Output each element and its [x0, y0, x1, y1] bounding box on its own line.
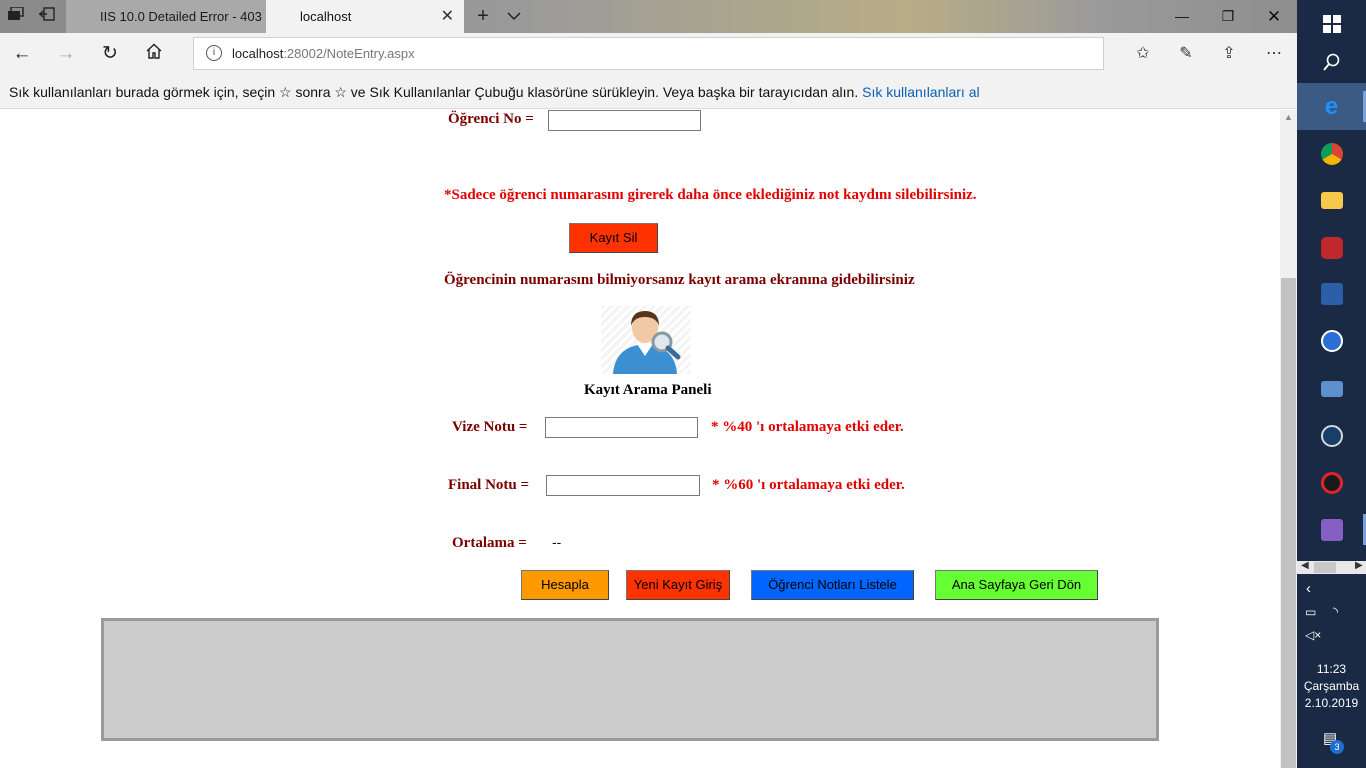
remote-desktop-icon[interactable]: [1297, 270, 1366, 317]
taskbar-scroll-left-icon[interactable]: ◀: [1301, 560, 1309, 571]
list-grades-button-label: Öğrenci Notları Listele: [768, 577, 897, 592]
list-grades-button[interactable]: Öğrenci Notları Listele: [751, 570, 914, 600]
scroll-up-icon[interactable]: ▲: [1280, 110, 1297, 124]
url-path: :28002/NoteEntry.aspx: [283, 46, 415, 61]
final-weight-note: * %60 'ı ortalamaya etki eder.: [712, 477, 905, 493]
calculate-button-label: Hesapla: [541, 577, 589, 592]
media-player-icon[interactable]: [1297, 224, 1366, 271]
scrollbar-thumb[interactable]: [1281, 278, 1296, 768]
refresh-icon[interactable]: ↻: [97, 42, 123, 66]
steam-icon[interactable]: [1297, 412, 1366, 459]
close-tab-icon[interactable]: ✕: [441, 0, 454, 33]
new-entry-button-label: Yeni Kayıt Giriş: [633, 577, 723, 592]
favorites-bar-message: Sık kullanılanları burada görmek için, s…: [9, 84, 859, 100]
url-host: localhost: [232, 46, 284, 61]
clock-time: 11:23: [1316, 662, 1347, 676]
tab-title: IIS 10.0 Detailed Error - 403: [100, 9, 262, 24]
red-app-icon[interactable]: [1297, 459, 1366, 506]
site-info-icon[interactable]: i: [206, 45, 222, 61]
import-favorites-link[interactable]: Sık kullanılanları al: [862, 84, 980, 100]
show-hidden-icons-icon[interactable]: ‹: [1306, 580, 1311, 597]
browser-tab-bar: IIS 10.0 Detailed Error - 403 localhost …: [0, 0, 1297, 33]
back-arrow-icon[interactable]: ←: [9, 42, 35, 66]
midterm-weight-note: * %40 'ı ortalamaya etki eder.: [711, 419, 904, 435]
taskbar-scroll-right-icon[interactable]: ▶: [1355, 560, 1363, 571]
person-search-icon: [613, 311, 681, 374]
favorites-star-icon[interactable]: ✩: [1129, 42, 1157, 66]
set-tabs-aside-icon[interactable]: [36, 6, 58, 26]
restore-icon[interactable]: ❐: [1205, 0, 1251, 33]
student-no-input[interactable]: [548, 110, 701, 131]
edge-browser-icon[interactable]: e: [1297, 83, 1366, 130]
more-options-icon[interactable]: ⋯: [1260, 42, 1288, 66]
new-tab-icon[interactable]: +: [472, 6, 494, 26]
chevron-down-icon[interactable]: [503, 6, 525, 26]
search-icon[interactable]: [1297, 38, 1366, 85]
back-home-button[interactable]: Ana Sayfaya Geri Dön: [935, 570, 1098, 600]
tab-manager-icon[interactable]: [5, 6, 27, 26]
page-content: Öğrenci No = *Sadece öğrenci numarasını …: [0, 110, 1280, 768]
midterm-input[interactable]: [545, 417, 698, 438]
taskbar-scroll-thumb[interactable]: [1314, 562, 1336, 573]
address-field[interactable]: i localhost:28002/NoteEntry.aspx: [193, 37, 1104, 70]
search-panel-label[interactable]: Kayıt Arama Paneli: [584, 382, 712, 399]
app-window-icon[interactable]: [1297, 365, 1366, 412]
close-window-icon[interactable]: ✕: [1251, 0, 1297, 33]
wifi-icon[interactable]: ◝: [1333, 604, 1338, 620]
clock-day: Çarşamba: [1303, 679, 1360, 693]
tab-iis-error[interactable]: IIS 10.0 Detailed Error - 403: [66, 0, 266, 33]
volume-muted-icon[interactable]: ◁×: [1305, 628, 1321, 642]
address-toolbar: ← → ↻ i localhost:28002/NoteEntry.aspx ✩…: [0, 33, 1297, 75]
url-text: localhost:28002/NoteEntry.aspx: [232, 38, 415, 69]
back-home-button-label: Ana Sayfaya Geri Dön: [951, 577, 1082, 592]
forward-arrow-icon[interactable]: →: [53, 42, 79, 66]
search-hint: Öğrencinin numarasını bilmiyorsanız kayı…: [444, 272, 915, 288]
taskbar-clock[interactable]: 11:23 Çarşamba 2.10.2019: [1297, 661, 1366, 712]
search-panel-image[interactable]: [601, 306, 691, 374]
home-icon[interactable]: [141, 42, 167, 66]
taskbar-scrollbar[interactable]: ◀ ▶: [1297, 560, 1366, 574]
delete-notice: *Sadece öğrenci numarasını girerek daha …: [444, 187, 977, 203]
final-label: Final Notu =: [448, 477, 530, 493]
average-label: Ortalama =: [452, 535, 527, 551]
average-value: --: [552, 534, 562, 550]
windows-taskbar: e ◀ ▶ ‹ ▭ ◝ ◁× 11:23 Çarşamba 2.10.2019 …: [1297, 0, 1366, 768]
delete-record-button-label: Kayıt Sil: [589, 230, 638, 245]
file-explorer-icon[interactable]: [1297, 177, 1366, 224]
share-icon[interactable]: ⇪: [1215, 42, 1243, 66]
battery-icon[interactable]: ▭: [1305, 605, 1316, 619]
screen: IIS 10.0 Detailed Error - 403 localhost …: [0, 0, 1366, 768]
favorites-bar: Sık kullanılanları burada görmek için, s…: [0, 75, 1297, 109]
pen-icon[interactable]: ✎: [1172, 42, 1200, 66]
calculate-button[interactable]: Hesapla: [521, 570, 609, 600]
delete-record-button[interactable]: Kayıt Sil: [569, 223, 658, 253]
new-entry-button[interactable]: Yeni Kayıt Giriş: [626, 570, 730, 600]
chrome-icon[interactable]: [1297, 130, 1366, 177]
page-scrollbar[interactable]: ▲: [1280, 110, 1297, 768]
tab-title: localhost: [300, 9, 352, 24]
clock-date: 2.10.2019: [1304, 696, 1359, 710]
minimize-icon[interactable]: —: [1159, 0, 1205, 33]
final-input[interactable]: [546, 475, 700, 496]
visual-studio-icon[interactable]: [1297, 506, 1366, 553]
student-no-label: Öğrenci No =: [448, 111, 534, 127]
flash-app-icon[interactable]: [1297, 317, 1366, 364]
midterm-label: Vize Notu =: [452, 419, 528, 435]
results-panel: [101, 618, 1159, 741]
tab-localhost[interactable]: localhost ✕: [266, 0, 464, 33]
notification-count-badge: 3: [1330, 740, 1344, 754]
